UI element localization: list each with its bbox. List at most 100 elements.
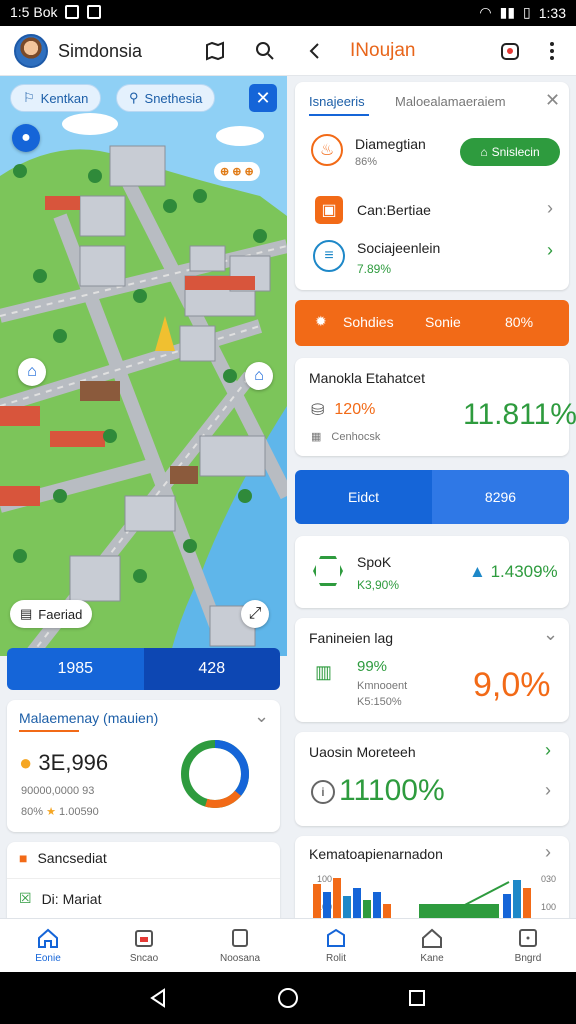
list-item-title-2[interactable]: Can:Bertiae xyxy=(357,202,431,218)
overview-value: 3E,996 xyxy=(38,750,109,775)
map-legend-badge[interactable]: ▤ Faeriad xyxy=(10,600,93,628)
trend-up-icon: ▲ xyxy=(469,562,486,581)
home-marker-icon[interactable]: ⌂ xyxy=(245,362,273,390)
spok-card[interactable]: SpoK K3,90% ▲ 1.4309% xyxy=(295,536,569,608)
map-tag[interactable]: ⊕ ⊕ ⊕ xyxy=(214,162,260,181)
shortcut-card: ■ Sancsediat ☒ Di: Mariat xyxy=(7,842,280,918)
nav-board[interactable]: Bngrd xyxy=(480,919,576,972)
nav-home[interactable]: Eonie xyxy=(0,919,96,972)
chart-card[interactable]: Kematoapienarnadon › 100 100 030 100 xyxy=(295,836,569,918)
close-icon[interactable]: ✕ xyxy=(545,90,560,111)
chart-label-right-top: 030 xyxy=(541,874,557,884)
action-button[interactable]: ⌂ Snislecin xyxy=(460,138,560,166)
chevron-right-icon[interactable]: › xyxy=(545,842,551,863)
nav-house[interactable]: Kane xyxy=(384,919,480,972)
city-map[interactable]: ⚐ Kentkan ⚲ Snethesia ✕ ● ⊕ ⊕ ⊕ ⌂ ⌂ ⤢ ▤ Fae… xyxy=(0,76,287,656)
overview-card[interactable]: Malaemenay (mauien) ⌄ ● 3E,996 90000,000… xyxy=(7,700,280,832)
nav-calendar[interactable]: Sncao xyxy=(96,919,192,972)
overview-sub1: 90000,0000 93 xyxy=(21,785,95,797)
manokla-sub-row: ▦ Cenhocsk xyxy=(311,430,381,444)
chevron-right-icon[interactable]: › xyxy=(547,198,553,219)
chevron-down-icon[interactable]: ⌄ xyxy=(254,706,269,727)
fanineien-card[interactable]: Fanineien lag ⌄ ▥ 99% Kmnooent K5:150% 9… xyxy=(295,618,569,722)
tab-maloealamaeraiem[interactable]: Maloealamaeraiem xyxy=(395,94,506,109)
list-item-title-3[interactable]: Sociajeenlein xyxy=(357,240,440,256)
bar-chart xyxy=(313,878,531,918)
filter-chip-snethesia[interactable]: ⚲ Snethesia xyxy=(116,84,216,112)
overview-value-row: ● 3E,996 xyxy=(19,750,108,776)
nav-notes[interactable]: Noosana xyxy=(192,919,288,972)
back-icon[interactable] xyxy=(302,38,328,64)
building-marker-icon[interactable]: ⌂ xyxy=(18,358,46,386)
shortcut-item-2[interactable]: ☒ Di: Mariat xyxy=(19,890,101,907)
alarm-icon[interactable] xyxy=(497,38,523,64)
fanineien-sub2: K5:150% xyxy=(357,696,402,708)
filter-chip-kentkan[interactable]: ⚐ Kentkan xyxy=(10,84,102,112)
note-icon xyxy=(232,928,248,947)
app-title: Simdonsia xyxy=(58,41,143,61)
overview-sub2-row: 80% ★ 1.00590 xyxy=(21,806,99,818)
stat-left[interactable]: 1985 xyxy=(7,648,144,690)
more-icon[interactable] xyxy=(539,38,565,64)
stat-right[interactable]: 428 xyxy=(143,648,280,690)
back-triangle-icon[interactable] xyxy=(148,988,168,1008)
spok-title: SpoK xyxy=(357,554,392,570)
clock: 1:33 xyxy=(538,4,566,21)
pin-icon: ⚲ xyxy=(129,90,139,105)
sun-icon: ✹ xyxy=(315,313,327,329)
spok-sub: K3,90% xyxy=(357,578,400,592)
home-circle-icon[interactable] xyxy=(277,987,299,1009)
title-underline xyxy=(19,730,79,732)
list-item-title-1[interactable]: Diamegtian xyxy=(355,136,426,152)
chart-bars xyxy=(313,878,531,918)
star-icon: ★ xyxy=(46,806,56,818)
chart-label-right-bottom: 100 xyxy=(541,902,557,912)
checkbox-icon: ☒ xyxy=(19,890,32,906)
location-pin-icon[interactable]: ● xyxy=(12,124,40,152)
stats-bar[interactable]: 1985 428 xyxy=(7,648,280,690)
app-bar: Simdonsia INoujan xyxy=(0,26,576,76)
orange-summary-bar[interactable]: ✹ Sohdies Sonie 80% xyxy=(295,300,569,346)
tab-isnajeeris[interactable]: Isnajeeris xyxy=(309,94,365,109)
chevron-right-icon[interactable]: › xyxy=(545,780,551,801)
chevron-right-icon[interactable]: › xyxy=(547,240,553,261)
tab-indicator xyxy=(309,114,369,116)
shortcut-item-1[interactable]: ■ Sancsediat xyxy=(19,850,107,866)
status-bar: 1:5 Bok ◠ ▮▮ ▯ 1:33 xyxy=(0,0,576,26)
map-icon[interactable] xyxy=(202,38,228,64)
manokla-title: Manokla Etahatcet xyxy=(309,370,425,386)
list-card: Isnajeeris Maloealamaeraiem ✕ ♨ Diamegti… xyxy=(295,82,569,290)
expand-icon[interactable]: ⤢ xyxy=(241,600,269,628)
uaosin-big: 11100% xyxy=(339,774,445,807)
avatar[interactable] xyxy=(14,34,48,68)
hexagon-icon xyxy=(313,556,343,586)
battery-icon: ▯ xyxy=(523,4,531,20)
uaosin-card[interactable]: Uaosin Moreteeh › i 11100% › xyxy=(295,732,569,826)
board-icon xyxy=(519,928,537,947)
manokla-pct-row: ⛁ 120% xyxy=(311,401,376,419)
calendar-icon xyxy=(135,929,153,947)
signal-icon: ▮▮ xyxy=(499,4,516,20)
secondary-title: INoujan xyxy=(350,40,416,61)
nav-city[interactable]: Rolit xyxy=(288,919,384,972)
house-icon xyxy=(422,928,442,948)
fanineien-title: Fanineien lag xyxy=(309,630,394,646)
app-notification-icon xyxy=(87,5,102,19)
search-icon[interactable] xyxy=(252,38,278,64)
chart-title: Kematoapienarnadon xyxy=(309,846,443,862)
clock-left: 1:5 Bok xyxy=(10,4,58,20)
manokla-card[interactable]: Manokla Etahatcet ⛁ 120% ▦ Cenhocsk 11.811… xyxy=(295,358,576,456)
system-nav-bar xyxy=(0,972,576,1024)
wifi-icon: ◠ xyxy=(479,4,492,20)
left-panel: ⚐ Kentkan ⚲ Snethesia ✕ ● ⊕ ⊕ ⊕ ⌂ ⌂ ⤢ ▤ Fae… xyxy=(0,76,287,918)
recents-icon[interactable] xyxy=(408,989,426,1007)
chevron-right-icon[interactable]: › xyxy=(545,740,551,761)
grid-icon: ▦ xyxy=(311,431,322,443)
bottom-nav: Eonie Sncao Noosana Rolit Kane Bngrd xyxy=(0,918,576,972)
chevron-down-icon[interactable]: ⌄ xyxy=(543,624,558,645)
blue-summary-bar[interactable]: Eidct 8296 xyxy=(295,470,569,524)
notification-icon xyxy=(65,5,80,19)
close-map-button[interactable]: ✕ xyxy=(249,84,277,112)
flame-icon: ● xyxy=(19,750,33,775)
overview-title: Malaemenay (mauien) xyxy=(19,710,159,726)
